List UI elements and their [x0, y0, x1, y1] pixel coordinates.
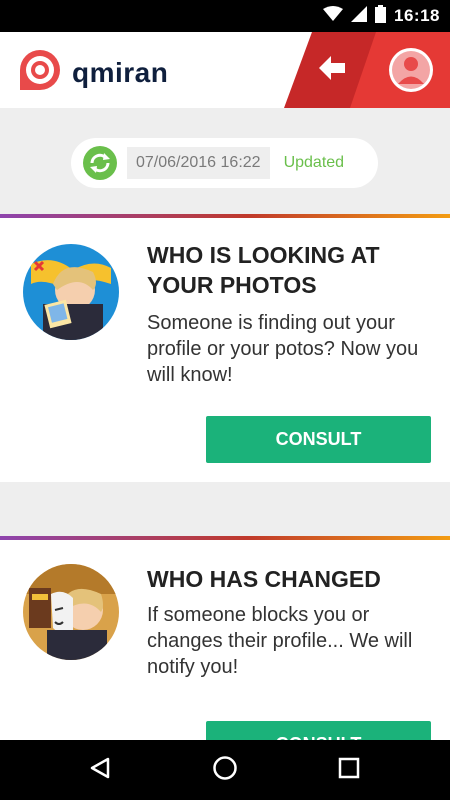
nav-recents-button[interactable]	[331, 752, 367, 788]
update-status-pill: 07/06/2016 16:22 Updated	[71, 138, 378, 188]
status-bar: 16:18	[0, 0, 450, 32]
card-gradient-bar	[0, 536, 450, 540]
profile-avatar-button[interactable]	[388, 47, 434, 93]
navigation-bar	[0, 740, 450, 800]
battery-icon	[375, 4, 387, 28]
last-update-date: 07/06/2016 16:22	[127, 147, 270, 179]
logo-text: qmiran	[72, 56, 169, 88]
back-button[interactable]	[314, 52, 350, 88]
recents-square-icon	[338, 757, 360, 784]
status-time: 16:18	[394, 6, 440, 25]
update-status-text: Updated	[283, 154, 345, 171]
app-header: qmiran	[0, 32, 450, 108]
card-gradient-bar	[0, 214, 450, 218]
consult-button[interactable]: CONSULT	[206, 721, 431, 740]
feature-card-photo-viewers: WHO IS LOOKING AT YOUR PHOTOS Someone is…	[0, 214, 450, 482]
nav-back-button[interactable]	[82, 752, 118, 788]
card-title: WHO HAS CHANGED	[147, 566, 381, 592]
refresh-button[interactable]	[83, 146, 117, 180]
home-circle-icon	[212, 755, 238, 786]
refresh-icon	[83, 146, 117, 184]
back-arrow-icon	[319, 55, 345, 85]
qmiran-logo-icon	[12, 42, 68, 103]
card-description: If someone blocks you or changes their p…	[147, 604, 413, 678]
consult-button[interactable]: CONSULT	[206, 416, 431, 463]
nav-home-button[interactable]	[207, 752, 243, 788]
app-logo[interactable]: qmiran	[12, 42, 168, 103]
feature-card-profile-changes: WHO HAS CHANGED If someone blocks you or…	[0, 536, 450, 740]
card-description: Someone is finding out your profile or y…	[147, 312, 419, 386]
content-area[interactable]: 07/06/2016 16:22 Updated WHO IS LOOKING …	[0, 108, 450, 740]
profile-changes-illustration	[23, 564, 119, 660]
status-icons: 16:18	[323, 0, 440, 32]
user-avatar-icon	[388, 48, 434, 97]
card-title: WHO IS LOOKING AT YOUR PHOTOS	[147, 242, 380, 298]
photo-viewer-illustration	[23, 244, 119, 340]
back-triangle-icon	[88, 756, 112, 785]
signal-icon	[351, 5, 368, 27]
wifi-icon	[323, 5, 344, 27]
